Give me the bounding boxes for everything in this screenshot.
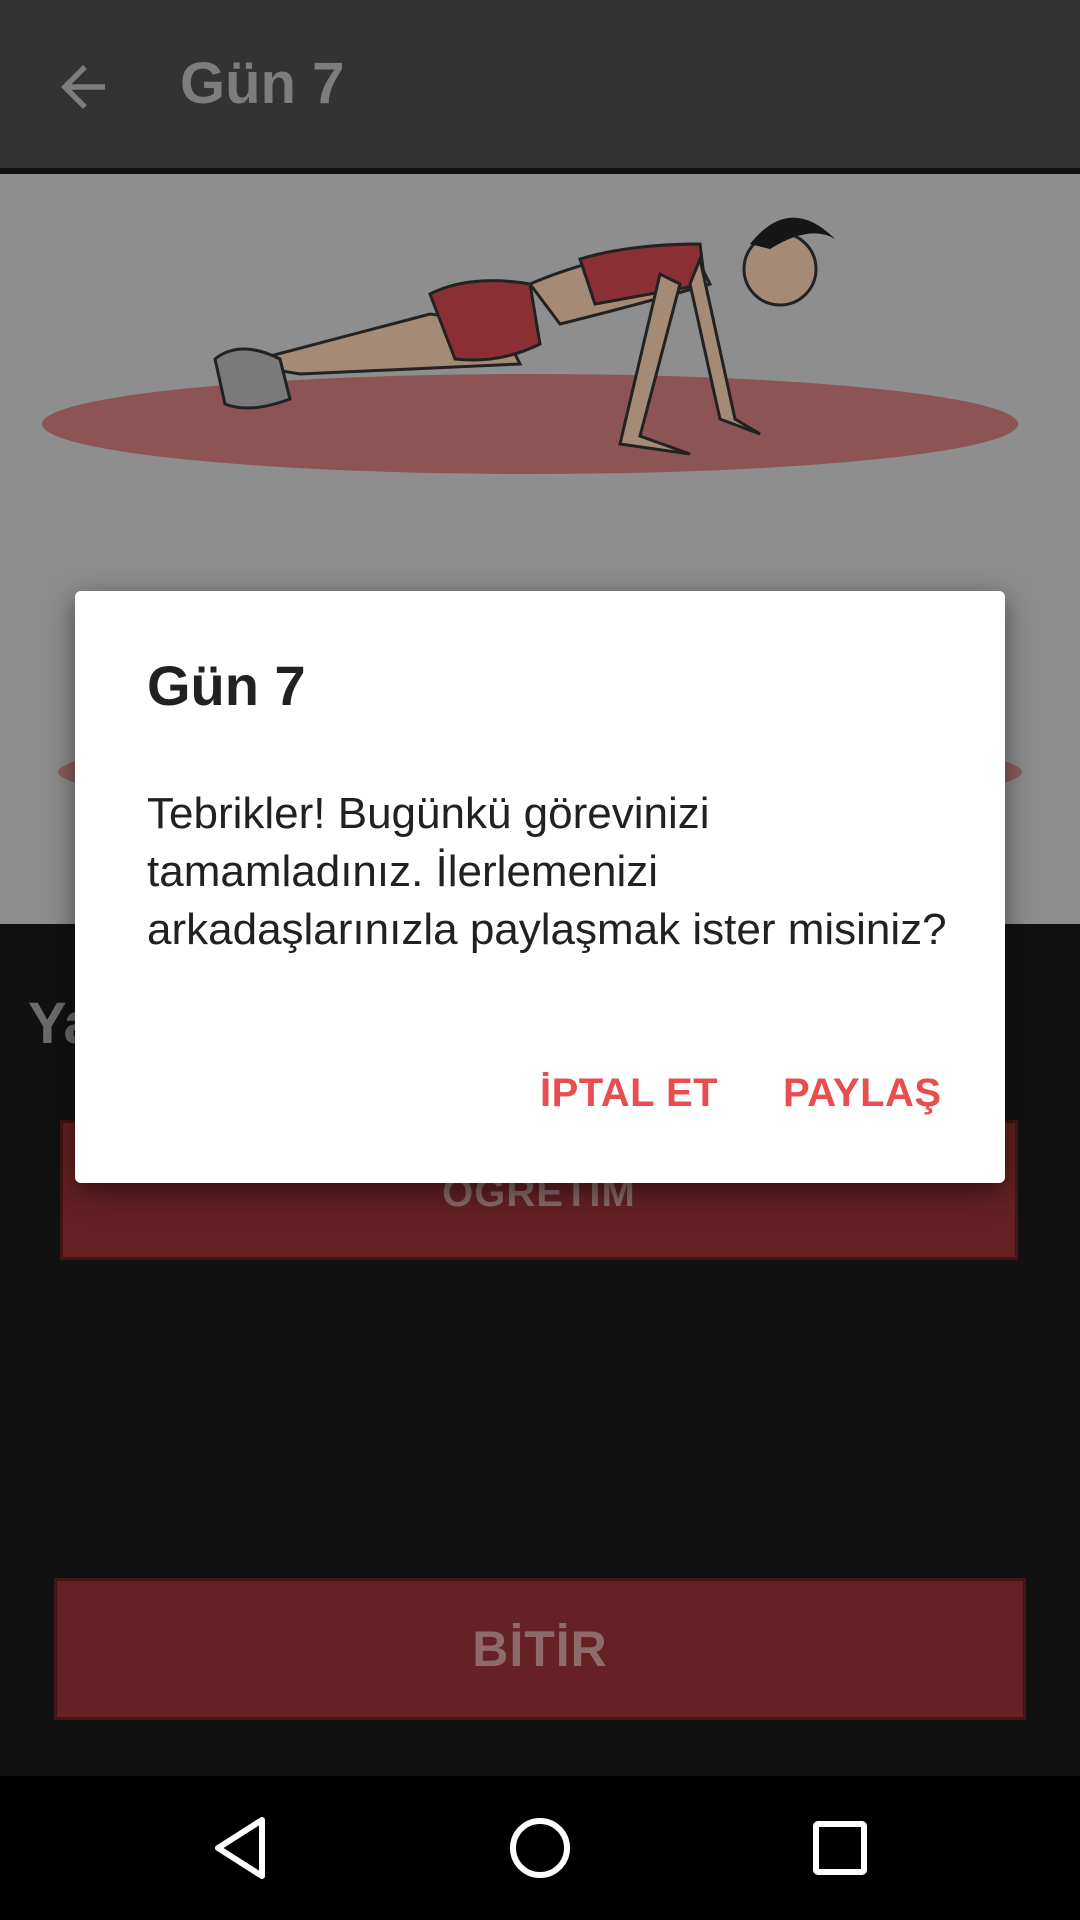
arrow-left-icon[interactable] bbox=[50, 54, 116, 120]
cancel-button[interactable]: İPTAL ET bbox=[540, 1071, 718, 1116]
circle-home-icon[interactable] bbox=[500, 1808, 580, 1888]
share-button[interactable]: PAYLAŞ bbox=[783, 1071, 942, 1116]
dialog-message: Tebrikler! Bugünkü görevinizi tamamladın… bbox=[147, 789, 947, 954]
app-bar: Gün 7 bbox=[0, 0, 1080, 168]
dialog-title: Gün 7 bbox=[147, 654, 306, 717]
finish-button[interactable]: BİTİR bbox=[54, 1578, 1026, 1720]
page-title: Gün 7 bbox=[180, 51, 345, 116]
share-dialog: Gün 7 Tebrikler! Bugünkü görevinizi tama… bbox=[75, 591, 1005, 1183]
triangle-back-icon[interactable] bbox=[200, 1808, 280, 1888]
square-recents-icon[interactable] bbox=[800, 1808, 880, 1888]
system-nav-bar bbox=[0, 1776, 1080, 1920]
